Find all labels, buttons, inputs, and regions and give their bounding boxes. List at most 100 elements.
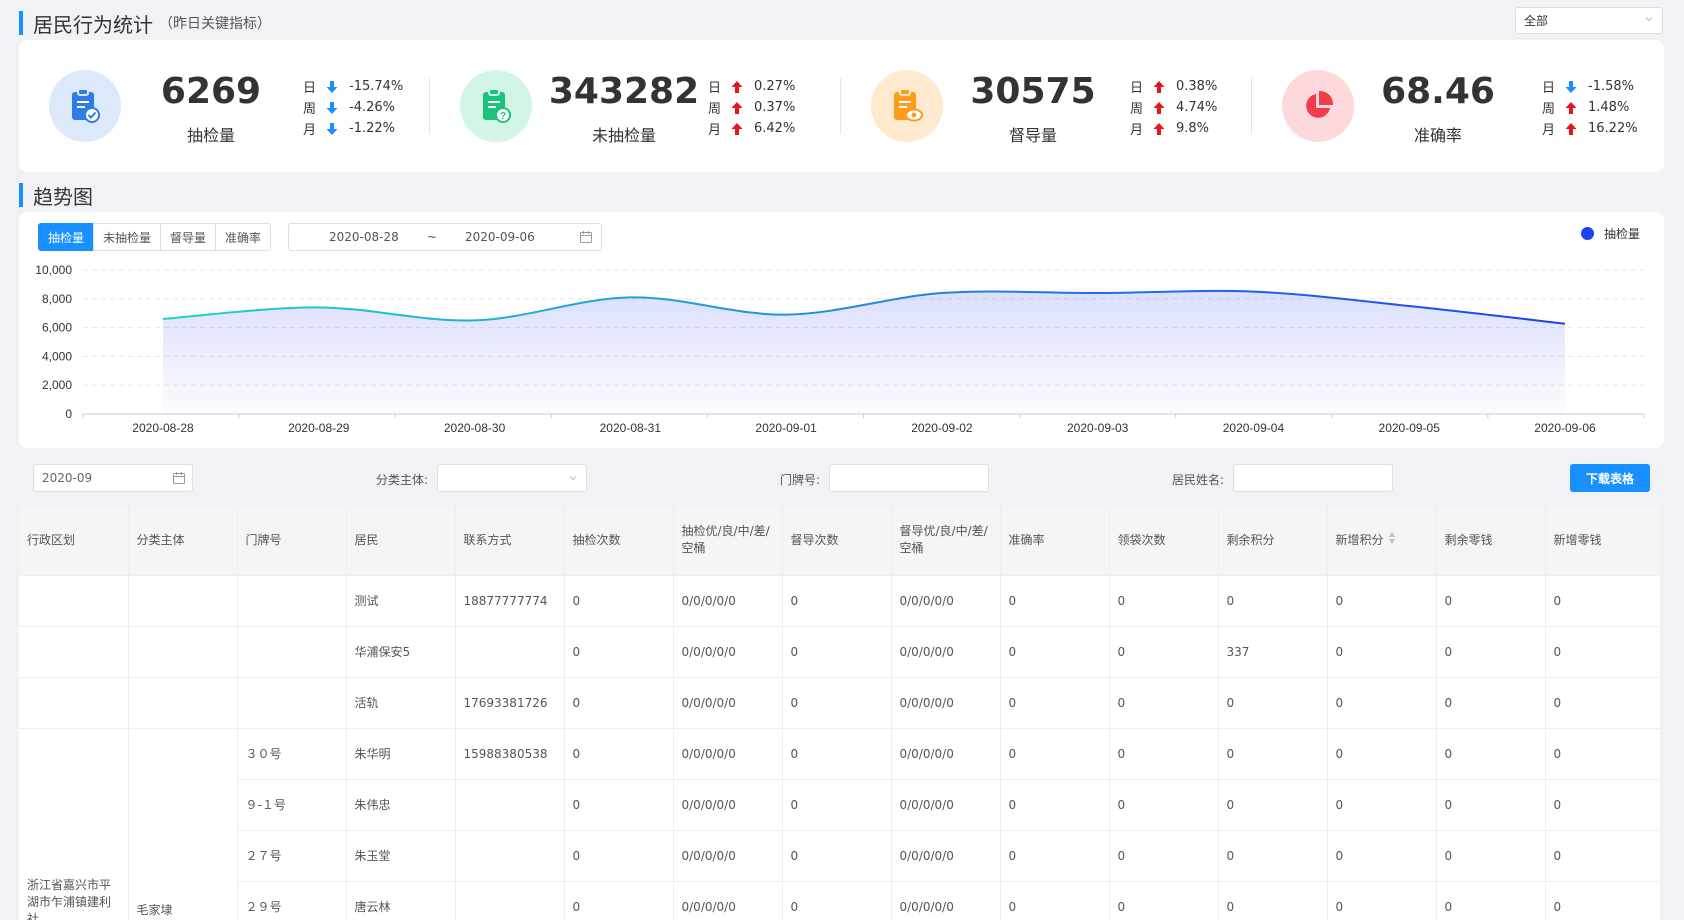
- table-row: 测试 18877777774 0 0/0/0/0/0 0 0/0/0/0/0 0 0 0 0 0 0: [19, 575, 1661, 627]
- column-header: 抽检优/良/中/差/空桶: [673, 506, 783, 576]
- svg-text:?: ?: [500, 111, 506, 122]
- change-row: 月 6.42%: [708, 118, 795, 139]
- table-cell: 0: [1436, 626, 1546, 678]
- column-header[interactable]: 新增积分: [1327, 506, 1437, 576]
- period-label: 周: [1542, 102, 1556, 117]
- arrow-up-icon: [730, 122, 750, 136]
- tab-sampled[interactable]: 抽检量: [38, 223, 95, 251]
- scope-select-value: 全部: [1524, 14, 1549, 28]
- table-cell: 0: [1545, 779, 1661, 831]
- date-end: 2020-09-06: [465, 230, 535, 244]
- column-header: 剩余积分: [1218, 506, 1328, 576]
- chart-legend[interactable]: 抽检量: [1580, 225, 1640, 242]
- period-label: 日: [1542, 81, 1556, 96]
- period-label: 周: [303, 102, 317, 117]
- table-cell: 0: [1000, 881, 1110, 920]
- table-cell: 0: [1436, 677, 1546, 729]
- kpi-supervision: 30575 督导量 日 0.38% 周 4.74% 月 9.8%: [841, 40, 1251, 172]
- table-cell: 0: [1327, 575, 1437, 627]
- table-cell: 0: [782, 728, 892, 780]
- kpi-changes: 日 -15.74% 周 -4.26% 月 -1.22%: [303, 76, 403, 139]
- change-row: 日 0.27%: [708, 76, 795, 97]
- period-label: 周: [1130, 102, 1144, 117]
- table-cell: 0: [1545, 626, 1661, 678]
- date-separator: ~: [427, 230, 438, 244]
- kpi-value: 343282: [548, 71, 700, 112]
- column-header: 剩余零钱: [1436, 506, 1546, 576]
- table-cell: 0: [1327, 779, 1437, 831]
- kpi-changes: 日 -1.58% 周 1.48% 月 16.22%: [1542, 76, 1638, 139]
- table-cell: 0: [564, 830, 674, 882]
- x-tick-label: 2020-08-29: [288, 421, 350, 435]
- table-cell: [455, 779, 565, 831]
- kpi-value: 68.46: [1381, 71, 1495, 112]
- table-cell: 0: [564, 626, 674, 678]
- date-range-picker[interactable]: 2020-08-28 ~ 2020-09-06: [288, 223, 602, 251]
- y-tick-label: 8,000: [42, 292, 72, 306]
- table-cell: 0: [1327, 677, 1437, 729]
- table-cell: 华浦保安5: [346, 626, 456, 678]
- x-tick-label: 2020-08-30: [444, 421, 506, 435]
- x-tick-label: 2020-09-06: [1534, 421, 1596, 435]
- x-tick-label: 2020-09-04: [1223, 421, 1285, 435]
- table-cell: 0: [1000, 728, 1110, 780]
- table-cell: 0: [1218, 830, 1328, 882]
- kpi-card: 6269 抽检量 日 -15.74% 周 -4.26% 月 -1.22% ? 3432…: [19, 40, 1664, 172]
- change-value: -4.26%: [349, 100, 395, 115]
- table-cell: 毛家埭: [128, 728, 238, 920]
- kpi-value: 6269: [160, 71, 262, 112]
- table-cell: 0: [1436, 830, 1546, 882]
- download-table-button[interactable]: 下载表格: [1570, 464, 1650, 492]
- period-label: 日: [303, 81, 317, 96]
- category-select[interactable]: [437, 464, 587, 492]
- resident-name-input[interactable]: [1233, 464, 1393, 492]
- arrow-up-icon: [1152, 80, 1172, 94]
- table-cell: 0: [1218, 677, 1328, 729]
- change-row: 月 9.8%: [1130, 118, 1217, 139]
- column-header: 居民: [346, 506, 456, 576]
- clipboard-eye-icon: [871, 70, 943, 142]
- change-value: 0.37%: [754, 100, 796, 115]
- table-cell: ２７号: [237, 830, 347, 882]
- period-label: 月: [1542, 123, 1556, 138]
- arrow-down-icon: [325, 122, 345, 136]
- table-cell: 0/0/0/0/0: [673, 881, 783, 920]
- chevron-down-icon: [1645, 17, 1653, 22]
- x-tick-label: 2020-09-02: [911, 421, 973, 435]
- table-cell: 0/0/0/0/0: [891, 830, 1001, 882]
- tab-supervision[interactable]: 督导量: [160, 223, 217, 251]
- column-header: 准确率: [1000, 506, 1110, 576]
- table-cell: 0: [1545, 830, 1661, 882]
- series-area: [163, 290, 1565, 414]
- table-cell: 0/0/0/0/0: [673, 677, 783, 729]
- table-cell: 337: [1218, 626, 1328, 678]
- table-cell: 0: [1436, 575, 1546, 627]
- table-cell: 0: [782, 881, 892, 920]
- door-label: 门牌号:: [780, 473, 821, 487]
- x-tick-label: 2020-09-03: [1067, 421, 1129, 435]
- table-cell: 0: [1545, 575, 1661, 627]
- arrow-up-icon: [730, 101, 750, 115]
- section-title-stats: 居民行为统计 （昨日关键指标）: [19, 11, 271, 37]
- table-cell: 0: [782, 575, 892, 627]
- change-row: 周 -4.26%: [303, 97, 403, 118]
- table-cell: [455, 830, 565, 882]
- table-cell: 0: [1436, 779, 1546, 831]
- table-cell: 0: [1109, 830, 1219, 882]
- table-cell: 0: [1109, 677, 1219, 729]
- tab-accuracy[interactable]: 准确率: [215, 223, 272, 251]
- change-value: 1.48%: [1588, 100, 1630, 115]
- table-cell: 0: [564, 881, 674, 920]
- column-header: 督导优/良/中/差/空桶: [891, 506, 1001, 576]
- tab-unsampled[interactable]: 未抽检量: [93, 223, 162, 251]
- table-row: ９-１号 朱伟忠 0 0/0/0/0/0 0 0/0/0/0/0 0 0 0 0 0 0: [19, 779, 1661, 831]
- trend-chart-card: 0 2,000 4,000 6,000 8,000 10,000 2020-08-28 202…: [19, 212, 1664, 448]
- change-value: 0.27%: [754, 79, 796, 94]
- month-picker[interactable]: 2020-09: [33, 464, 193, 492]
- column-header: 督导次数: [782, 506, 892, 576]
- arrow-down-icon: [1564, 80, 1584, 94]
- door-number-input[interactable]: [829, 464, 989, 492]
- period-label: 周: [708, 102, 722, 117]
- scope-select[interactable]: 全部: [1515, 7, 1663, 34]
- sort-icon[interactable]: [1388, 531, 1396, 550]
